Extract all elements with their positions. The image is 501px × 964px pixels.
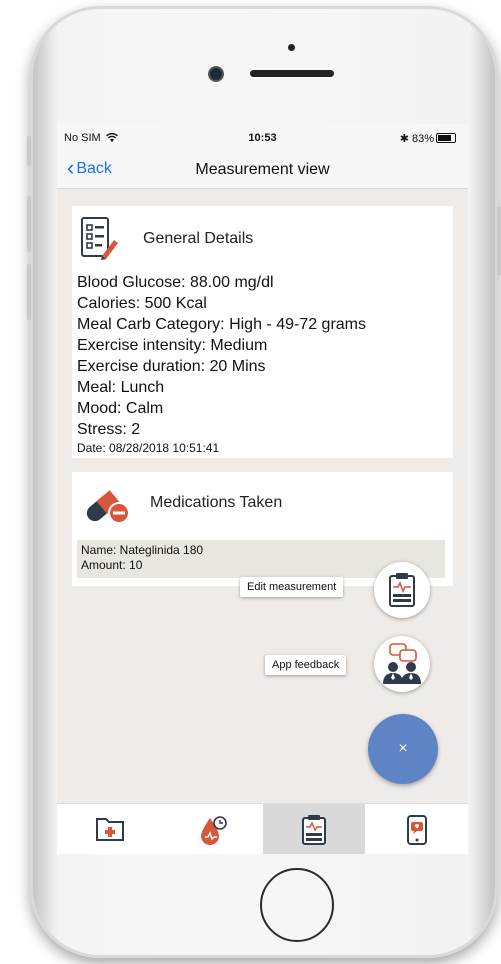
general-details-title: General Details [143, 230, 254, 247]
app-screen: No SIM 10:53 ✱ 83% ‹ Back Measurement vie… [57, 124, 468, 854]
bluetooth-icon: ✱ [399, 133, 409, 145]
app-feedback-button[interactable] [374, 636, 430, 692]
medication-name: Name: Nateglinida 180 [81, 543, 204, 557]
details-list: Blood Glucose: 88.00 mg/dl Calories: 500… [77, 272, 366, 456]
volume-up-button [27, 196, 31, 252]
detail-stress: Stress: 2 [77, 421, 141, 438]
detail-meal: Meal: Lunch [77, 379, 165, 396]
close-fab-button[interactable]: × [368, 714, 438, 784]
earpiece-speaker [250, 70, 334, 77]
tab-measurements[interactable] [263, 804, 365, 854]
detail-calories: Calories: 500 Kcal [77, 295, 207, 312]
edit-measurement-label[interactable]: Edit measurement [240, 577, 344, 597]
detail-meal-carb-category: Meal Carb Category: High - 49-72 grams [77, 316, 367, 333]
navigation-bar: ‹ Back Measurement view [57, 150, 468, 189]
tab-messages[interactable] [366, 804, 468, 854]
tab-glucose[interactable] [160, 804, 262, 854]
app-feedback-label[interactable]: App feedback [265, 655, 347, 675]
page-title: Measurement view [195, 161, 330, 178]
feedback-people-icon [383, 643, 421, 684]
detail-blood-glucose: Blood Glucose: 88.00 mg/dl [77, 274, 274, 291]
bottom-tab-bar [57, 803, 468, 854]
status-bar: No SIM 10:53 ✱ 83% [57, 124, 468, 150]
home-button[interactable] [260, 868, 334, 942]
battery-icon [436, 133, 456, 143]
medications-title: Medications Taken [150, 494, 283, 511]
volume-down-button [27, 264, 31, 320]
general-details-card: General Details Blood Glucose: 88.00 mg/… [72, 206, 453, 458]
clipboard-measurement-icon [302, 815, 326, 845]
battery-percent: 83% [411, 133, 434, 145]
phone-message-icon [407, 815, 427, 845]
proximity-sensor [288, 44, 295, 51]
folder-medical-icon [96, 818, 124, 841]
close-icon: × [398, 740, 408, 757]
power-button [497, 206, 501, 276]
detail-date: Date: 08/28/2018 10:51:41 [77, 441, 220, 455]
detail-mood: Mood: Calm [77, 400, 164, 417]
silent-switch [27, 136, 31, 166]
status-right: ✱ 83% [400, 132, 434, 145]
pill-capsule-icon [86, 490, 130, 524]
edit-measurement-button[interactable] [374, 562, 430, 618]
detail-exercise-intensity: Exercise intensity: Medium [77, 337, 268, 354]
front-camera [210, 68, 222, 80]
clipboard-measurement-icon [389, 573, 415, 607]
checklist-pencil-icon [81, 217, 118, 260]
blood-drop-clock-icon [201, 816, 227, 845]
tab-records[interactable] [57, 804, 159, 854]
detail-exercise-duration: Exercise duration: 20 Mins [77, 358, 266, 375]
